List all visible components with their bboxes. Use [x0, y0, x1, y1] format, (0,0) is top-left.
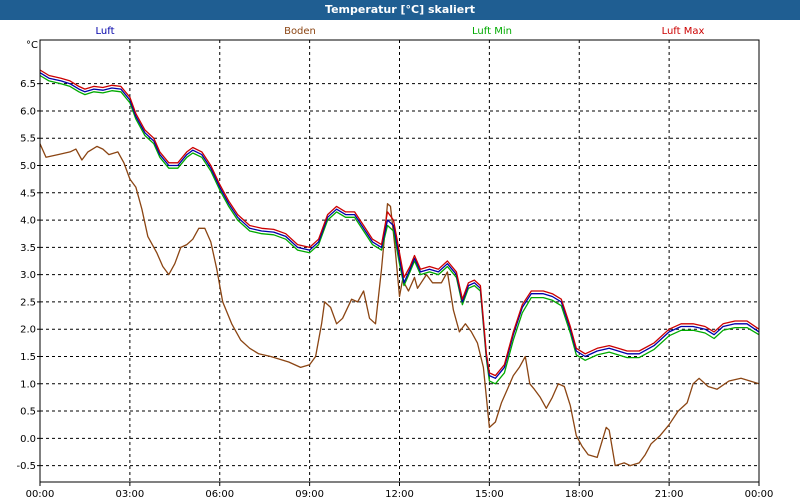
y-tick-label: 5.5 — [20, 134, 36, 145]
legend-entry-boden: Boden — [284, 26, 316, 37]
y-tick-label: 3.5 — [20, 243, 36, 254]
legend-entry-luft-max: Luft Max — [662, 26, 705, 37]
legend-entry-luft-min: Luft Min — [472, 26, 512, 37]
y-tick-label: 5.0 — [20, 161, 36, 172]
y-tick-label: 1.5 — [20, 352, 36, 363]
y-tick-label: 6.0 — [20, 106, 36, 117]
x-tick-time-label: 21:00 — [655, 489, 684, 500]
y-tick-label: 0.0 — [20, 434, 36, 445]
x-tick-time-label: 09:00 — [295, 489, 324, 500]
x-tick-time-label: 03:00 — [115, 489, 144, 500]
y-axis-unit-label: °C — [26, 40, 38, 51]
y-tick-label: 4.0 — [20, 216, 36, 227]
x-tick-time-label: 12:00 — [385, 489, 414, 500]
y-tick-label: 2.0 — [20, 325, 36, 336]
y-tick-label: 0.5 — [20, 407, 36, 418]
y-tick-label: 2.5 — [20, 297, 36, 308]
legend: Luft Boden Luft Min Luft Max — [96, 26, 705, 37]
x-tick-time-label: 18:00 — [565, 489, 594, 500]
y-axis-ticks: -0.5 0.0 0.5 1.0 1.5 2.0 2.5 3.0 3.5 4.0 4.5 5.0 5.5… — [16, 79, 40, 472]
x-tick-time-label: 00:00 — [745, 489, 774, 500]
window-title: Temperatur [°C] skaliert — [0, 0, 800, 20]
x-tick-time-label: 06:00 — [205, 489, 234, 500]
x-axis-ticks: 00:0008.12.1703:0008.12.1706:0008.12.170… — [26, 482, 774, 500]
x-tick-time-label: 00:00 — [26, 489, 55, 500]
chart-canvas: -0.5 0.0 0.5 1.0 1.5 2.0 2.5 3.0 3.5 4.0 4.5 5.0 5.5… — [16, 26, 774, 500]
y-tick-label: 6.5 — [20, 79, 36, 90]
x-tick-time-label: 15:00 — [475, 489, 504, 500]
y-tick-label: 3.0 — [20, 270, 36, 281]
y-tick-label: -0.5 — [16, 461, 36, 472]
y-tick-label: 4.5 — [20, 188, 36, 199]
y-tick-label: 1.0 — [20, 379, 36, 390]
legend-entry-luft: Luft — [96, 26, 115, 37]
